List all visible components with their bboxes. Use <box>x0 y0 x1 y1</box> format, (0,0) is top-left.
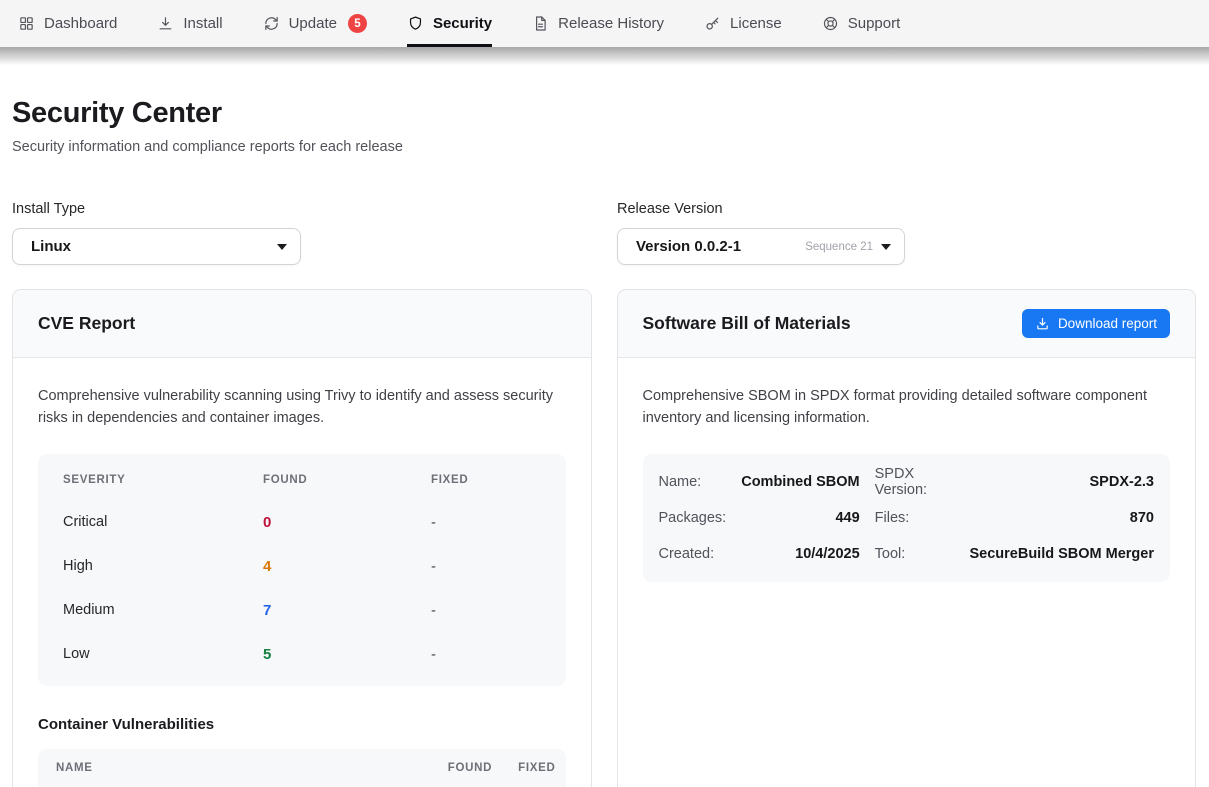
nav-label: Update <box>289 15 337 32</box>
fixed-count: - <box>431 558 566 575</box>
nav-item-license[interactable]: License <box>704 0 782 47</box>
header-shadow <box>0 47 1209 65</box>
sbom-card-body: Comprehensive SBOM in SPDX format provid… <box>618 358 1196 607</box>
found-count: 7 <box>263 602 431 619</box>
sbom-files-value: 870 <box>969 500 1154 536</box>
chevron-down-icon <box>277 244 287 250</box>
nav-label: Dashboard <box>44 15 117 32</box>
download-icon <box>157 15 174 32</box>
key-icon <box>704 15 721 32</box>
sbom-name-label: Name: <box>659 464 727 500</box>
col-fixed: FIXED <box>431 474 566 486</box>
sbom-created-value: 10/4/2025 <box>741 536 859 572</box>
sbom-card-header: Software Bill of Materials Download repo… <box>618 290 1196 358</box>
release-version-label: Release Version <box>617 201 905 217</box>
severity-summary-table: SEVERITY FOUND FIXED Critical 0 - High 4… <box>38 454 566 686</box>
page-subtitle: Security information and compliance repo… <box>12 139 1196 155</box>
cve-description: Comprehensive vulnerability scanning usi… <box>38 386 563 429</box>
table-row-medium: Medium 7 - <box>38 588 566 632</box>
top-nav: Dashboard Install Update 5 Security Rele… <box>0 0 1209 47</box>
col-fixed: FIXED <box>518 762 555 774</box>
lifebuoy-icon <box>822 15 839 32</box>
severity-label: Critical <box>63 514 263 530</box>
main-content: Security Center Security information and… <box>0 97 1209 787</box>
sbom-packages-value: 449 <box>741 500 859 536</box>
nav-label: Support <box>848 15 901 32</box>
download-icon <box>1035 316 1050 331</box>
chevron-down-icon <box>881 244 891 250</box>
install-type-select[interactable]: Linux <box>12 228 301 265</box>
sbom-card: Software Bill of Materials Download repo… <box>617 289 1197 787</box>
sbom-tool-label: Tool: <box>875 536 955 572</box>
nav-label: Install <box>183 15 222 32</box>
severity-label: High <box>63 558 263 574</box>
severity-label: Medium <box>63 602 263 618</box>
report-cards: CVE Report Comprehensive vulnerability s… <box>12 289 1196 787</box>
update-count-badge: 5 <box>348 14 367 33</box>
col-found: FOUND <box>263 474 431 486</box>
nav-label: License <box>730 15 782 32</box>
nav-item-dashboard[interactable]: Dashboard <box>18 0 117 47</box>
install-type-value: Linux <box>31 238 269 255</box>
sbom-files-label: Files: <box>875 500 955 536</box>
container-vulnerabilities-table-header: NAME FOUND FIXED <box>38 749 566 787</box>
nav-label: Release History <box>558 15 664 32</box>
nav-item-security[interactable]: Security <box>407 0 492 47</box>
sbom-description: Comprehensive SBOM in SPDX format provid… <box>643 386 1168 429</box>
sbom-tool-value: SecureBuild SBOM Merger <box>969 536 1154 572</box>
col-name: NAME <box>56 762 448 774</box>
container-vulnerabilities-title: Container Vulnerabilities <box>38 716 566 733</box>
release-sequence-hint: Sequence 21 <box>805 241 873 253</box>
table-row-critical: Critical 0 - <box>38 500 566 544</box>
refresh-icon <box>263 15 280 32</box>
sbom-details-grid: Name: Combined SBOM SPDX Version: SPDX-2… <box>643 454 1171 582</box>
col-severity: SEVERITY <box>63 474 263 486</box>
nav-label: Security <box>433 15 492 32</box>
fixed-count: - <box>431 602 566 619</box>
found-count: 5 <box>263 646 431 663</box>
found-count: 0 <box>263 514 431 531</box>
found-count: 4 <box>263 558 431 575</box>
document-icon <box>532 15 549 32</box>
release-version-value: Version 0.0.2-1 <box>636 238 805 255</box>
sbom-spdx-version-value: SPDX-2.3 <box>969 464 1154 500</box>
release-version-filter: Release Version Version 0.0.2-1 Sequence… <box>617 201 905 265</box>
fixed-count: - <box>431 514 566 531</box>
dashboard-grid-icon <box>18 15 35 32</box>
download-report-button[interactable]: Download report <box>1022 309 1170 338</box>
sbom-packages-label: Packages: <box>659 500 727 536</box>
sbom-created-label: Created: <box>659 536 727 572</box>
table-row-low: Low 5 - <box>38 632 566 676</box>
release-version-select[interactable]: Version 0.0.2-1 Sequence 21 <box>617 228 905 265</box>
nav-item-install[interactable]: Install <box>157 0 222 47</box>
severity-label: Low <box>63 646 263 662</box>
nav-item-support[interactable]: Support <box>822 0 901 47</box>
sbom-spdx-version-label: SPDX Version: <box>875 464 955 500</box>
install-type-label: Install Type <box>12 201 592 217</box>
cve-card-title: CVE Report <box>38 313 135 334</box>
nav-item-release-history[interactable]: Release History <box>532 0 664 47</box>
page-title: Security Center <box>12 97 1196 130</box>
severity-table-header: SEVERITY FOUND FIXED <box>38 460 566 500</box>
filters-row: Install Type Linux Release Version Versi… <box>12 201 1196 265</box>
sbom-name-value: Combined SBOM <box>741 464 859 500</box>
shield-icon <box>407 15 424 32</box>
cve-card-body: Comprehensive vulnerability scanning usi… <box>13 358 591 787</box>
col-found: FOUND <box>448 762 492 774</box>
fixed-count: - <box>431 646 566 663</box>
cve-report-card: CVE Report Comprehensive vulnerability s… <box>12 289 592 787</box>
cve-card-header: CVE Report <box>13 290 591 358</box>
sbom-card-title: Software Bill of Materials <box>643 313 851 334</box>
table-row-high: High 4 - <box>38 544 566 588</box>
install-type-filter: Install Type Linux <box>12 201 592 265</box>
nav-item-update[interactable]: Update 5 <box>263 0 367 47</box>
download-report-label: Download report <box>1058 316 1157 331</box>
